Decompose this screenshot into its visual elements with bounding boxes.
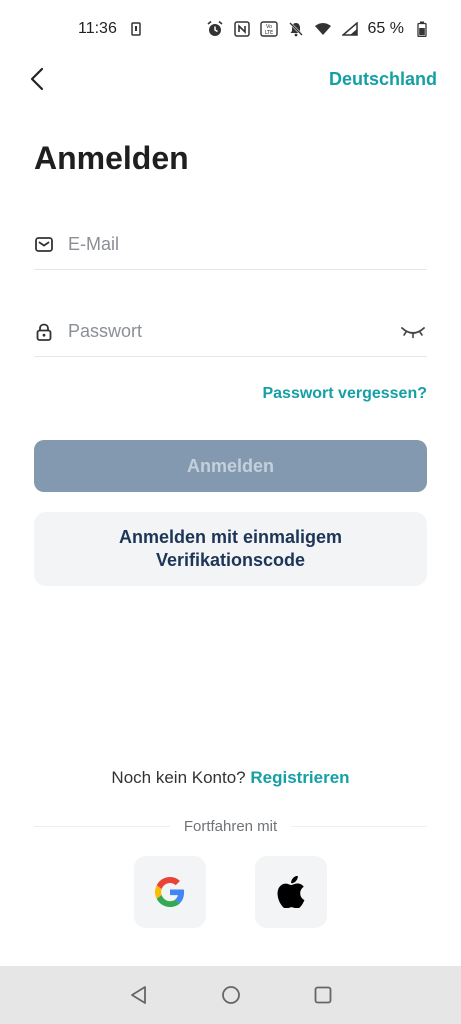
chevron-left-icon (30, 67, 44, 91)
eye-closed-icon (401, 326, 425, 338)
status-time: 11:36 (78, 20, 117, 37)
register-prompt: Noch kein Konto? (111, 768, 246, 787)
lock-icon (34, 322, 54, 342)
triangle-back-icon (130, 986, 146, 1004)
google-icon (155, 877, 185, 907)
system-nav-bar (0, 966, 461, 1024)
status-right: Vo LTE 65 % (206, 20, 431, 38)
system-home-button[interactable] (218, 982, 244, 1008)
divider-line-left (34, 825, 170, 827)
email-field (34, 220, 427, 270)
back-button[interactable] (24, 66, 50, 92)
otp-login-button[interactable]: Anmelden mit einmaligem Verifikationscod… (34, 512, 427, 586)
google-login-button[interactable] (134, 856, 206, 928)
square-recents-icon (314, 986, 331, 1004)
system-back-button[interactable] (126, 982, 152, 1008)
circle-home-icon (221, 986, 240, 1004)
continue-with-label: Fortfahren mit (183, 817, 278, 835)
notifications-muted-icon (287, 20, 305, 38)
signal-icon (341, 20, 359, 38)
sim-card-icon (127, 20, 145, 38)
forgot-password-link[interactable]: Passwort vergessen? (262, 385, 427, 403)
system-recents-button[interactable] (310, 982, 336, 1008)
register-row: Noch kein Konto? Registrieren (0, 768, 461, 788)
alarm-icon (206, 20, 224, 38)
status-bar: 11:36 Vo LTE 65 % (0, 0, 461, 58)
login-button[interactable]: Anmelden (34, 440, 427, 492)
mail-icon (34, 235, 54, 255)
volte-icon: Vo LTE (259, 20, 278, 38)
divider-line-right (291, 825, 427, 827)
top-nav: Deutschland (0, 58, 461, 100)
status-left: 11:36 (78, 20, 145, 38)
battery-icon (413, 20, 431, 38)
region-selector[interactable]: Deutschland (329, 69, 437, 90)
page-title: Anmelden (34, 140, 189, 176)
password-input[interactable] (68, 321, 399, 342)
apple-login-button[interactable] (255, 856, 327, 928)
nfc-icon (233, 20, 251, 38)
battery-percentage: 65 % (367, 20, 404, 37)
wifi-icon (314, 20, 332, 38)
password-field (34, 307, 427, 357)
apple-icon (277, 876, 305, 908)
continue-with-divider: Fortfahren mit (34, 816, 427, 836)
register-link[interactable]: Registrieren (250, 768, 349, 787)
show-password-toggle[interactable] (399, 322, 427, 342)
email-input[interactable] (68, 234, 427, 255)
svg-text:LTE: LTE (264, 30, 272, 36)
